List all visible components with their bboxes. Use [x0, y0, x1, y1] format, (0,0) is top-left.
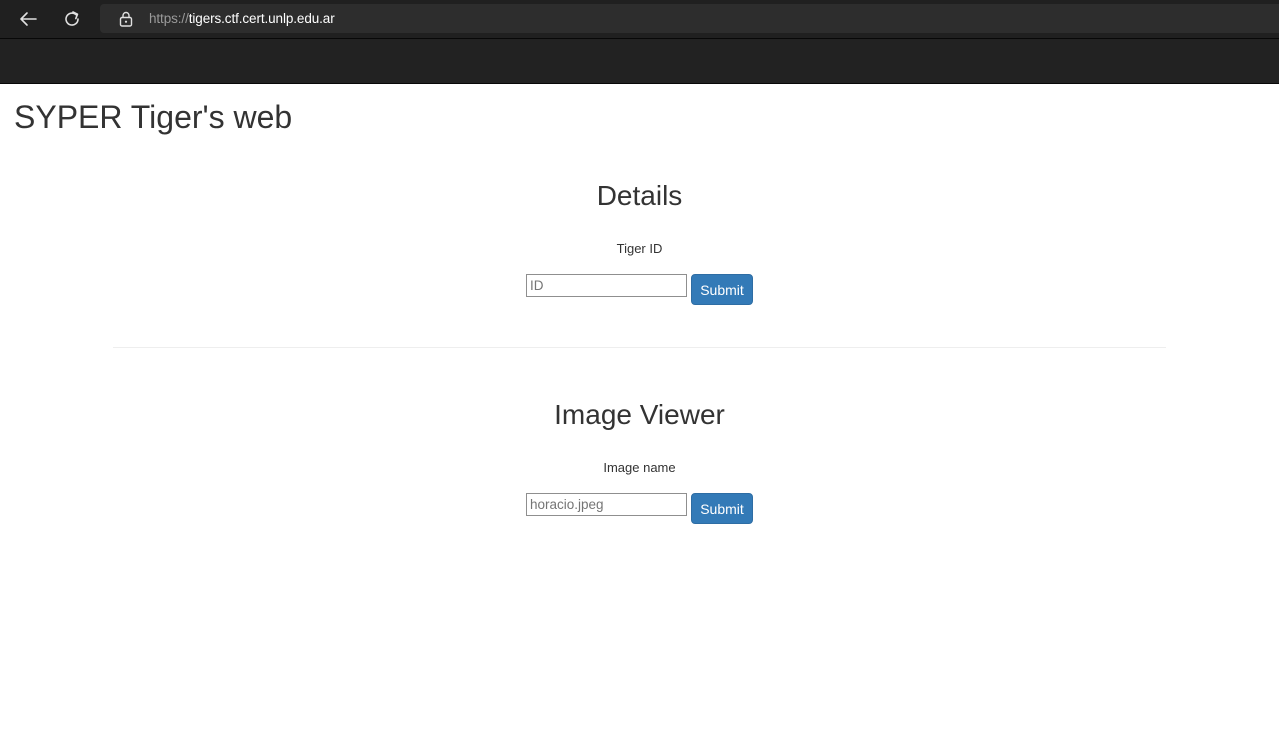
page-title: SYPER Tiger's web [14, 99, 293, 135]
site-navbar [0, 38, 1279, 84]
image-viewer-section: Image Viewer Image name Submit [0, 399, 1279, 524]
lock-icon[interactable] [119, 11, 133, 27]
reload-icon [65, 11, 79, 26]
details-heading: Details [596, 180, 683, 211]
reload-button[interactable] [57, 4, 87, 34]
details-section: Details Tiger ID Submit [0, 180, 1279, 305]
image-viewer-heading: Image Viewer [554, 399, 725, 430]
tiger-id-label: Tiger ID [616, 241, 663, 256]
details-submit-button[interactable]: Submit [691, 274, 753, 305]
url-host: tigers.ctf.cert.unlp.edu.ar [188, 11, 335, 26]
url-scheme: https:// [149, 11, 189, 26]
url-text[interactable]: https://tigers.ctf.cert.unlp.edu.ar [149, 11, 335, 26]
image-name-input[interactable] [526, 493, 687, 516]
tiger-id-input[interactable] [526, 274, 687, 297]
image-viewer-form: Submit [0, 493, 1279, 524]
details-form: Submit [0, 274, 1279, 305]
back-arrow-icon [20, 12, 37, 26]
image-name-label: Image name [603, 460, 676, 475]
section-divider [113, 347, 1166, 348]
back-button[interactable] [13, 4, 43, 34]
image-viewer-submit-button[interactable]: Submit [691, 493, 753, 524]
address-bar[interactable]: https://tigers.ctf.cert.unlp.edu.ar [100, 4, 1279, 33]
browser-toolbar: https://tigers.ctf.cert.unlp.edu.ar [0, 0, 1279, 38]
